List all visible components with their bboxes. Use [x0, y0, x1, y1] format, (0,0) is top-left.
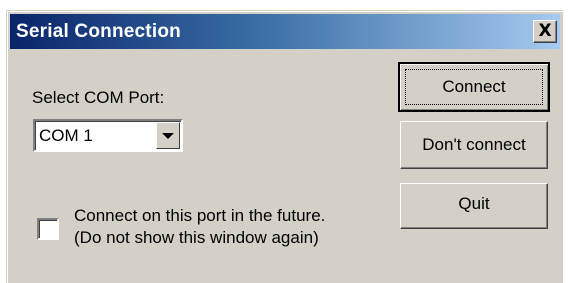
title-bar[interactable]: Serial Connection X: [10, 14, 560, 49]
chevron-down-icon[interactable]: [156, 122, 180, 149]
close-icon: X: [538, 21, 552, 41]
com-port-label: Select COM Port:: [32, 88, 165, 107]
remember-port-label-line1: Connect on this port in the future.: [74, 206, 326, 225]
window-title: Serial Connection: [16, 21, 181, 42]
remember-port-label[interactable]: Connect on this port in the future. (Do …: [74, 205, 325, 249]
connect-button-label: Connect: [405, 69, 543, 105]
quit-button[interactable]: Quit: [400, 183, 548, 229]
connect-button[interactable]: Connect: [398, 62, 550, 112]
remember-port-label-line2: (Do not show this window again): [74, 228, 319, 247]
com-port-selected-value: COM 1: [39, 126, 93, 145]
dont-connect-button[interactable]: Don't connect: [400, 121, 548, 169]
com-port-select[interactable]: COM 1: [33, 119, 183, 152]
remember-port-checkbox[interactable]: [37, 218, 59, 240]
close-button[interactable]: X: [533, 20, 557, 43]
